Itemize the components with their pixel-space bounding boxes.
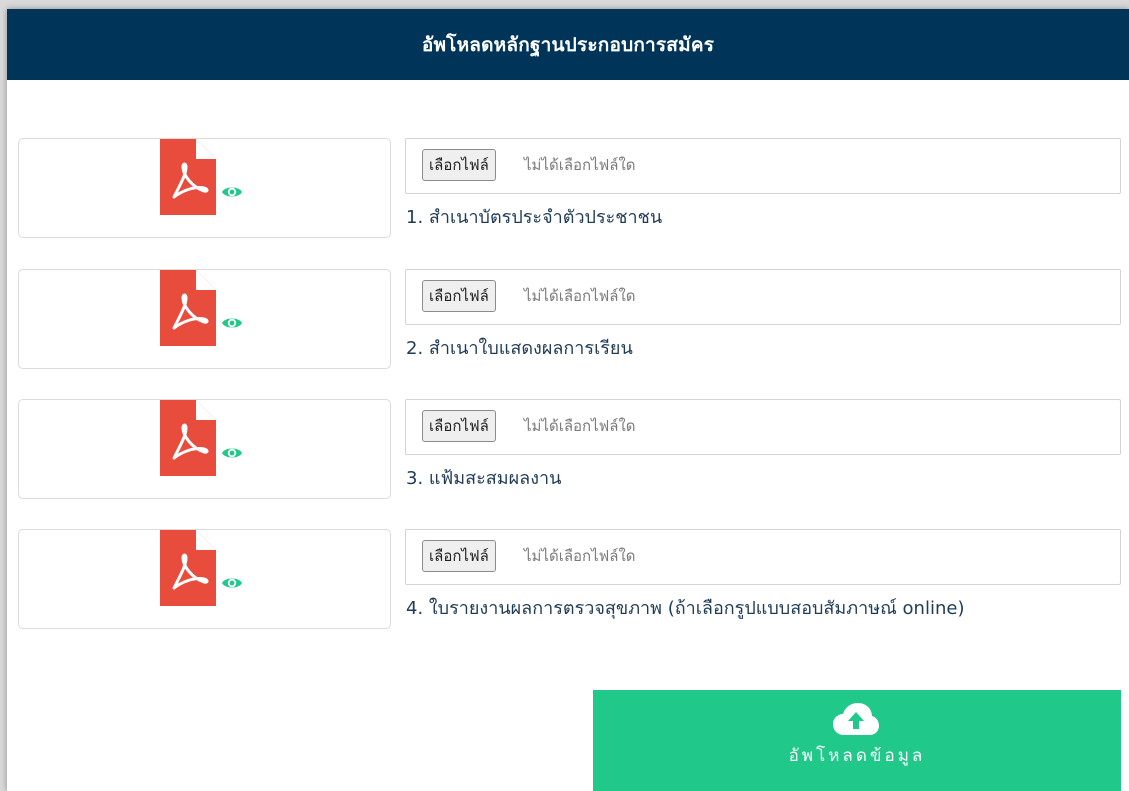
file-input[interactable]: เลือกไฟล์ ไม่ได้เลือกไฟล์ใด (405, 399, 1121, 455)
pdf-preview-card (18, 399, 391, 499)
file-status-text: ไม่ได้เลือกไฟล์ใด (524, 287, 636, 305)
upload-button[interactable]: อัพโหลดข้อมูล (593, 690, 1121, 791)
document-label: 2. สำเนาใบแสดงผลการเรียน (406, 338, 633, 359)
file-status-text: ไม่ได้เลือกไฟล์ใด (524, 417, 636, 435)
page-title: อัพโหลดหลักฐานประกอบการสมัคร (421, 33, 715, 56)
file-input[interactable]: เลือกไฟล์ ไม่ได้เลือกไฟล์ใด (405, 529, 1121, 585)
panel-header: อัพโหลดหลักฐานประกอบการสมัคร (7, 9, 1129, 80)
pdf-preview-card (18, 269, 391, 369)
document-label: 1. สำเนาบัตรประจำตัวประชาชน (406, 207, 663, 228)
file-status-text: ไม่ได้เลือกไฟล์ใด (524, 156, 636, 174)
document-row-4: เลือกไฟล์ ไม่ได้เลือกไฟล์ใด 4. ใบรายงานผ… (7, 529, 1129, 631)
pdf-file-icon (160, 139, 216, 215)
file-input[interactable]: เลือกไฟล์ ไม่ได้เลือกไฟล์ใด (405, 269, 1121, 325)
pdf-file-icon (160, 530, 216, 606)
eye-icon[interactable] (221, 184, 243, 200)
cloud-upload-icon (833, 703, 879, 735)
pdf-file-icon (160, 270, 216, 346)
eye-icon[interactable] (221, 575, 243, 591)
choose-file-button[interactable]: เลือกไฟล์ (422, 280, 496, 312)
document-row-3: เลือกไฟล์ ไม่ได้เลือกไฟล์ใด 3. แฟ้มสะสมผ… (7, 399, 1129, 501)
eye-icon[interactable] (221, 445, 243, 461)
document-row-2: เลือกไฟล์ ไม่ได้เลือกไฟล์ใด 2. สำเนาใบแส… (7, 269, 1129, 371)
pdf-preview-card (18, 529, 391, 629)
upload-panel: อัพโหลดหลักฐานประกอบการสมัคร เลือกไฟล์ ไ… (7, 9, 1129, 791)
document-label: 3. แฟ้มสะสมผลงาน (406, 468, 562, 489)
choose-file-button[interactable]: เลือกไฟล์ (422, 149, 496, 181)
file-status-text: ไม่ได้เลือกไฟล์ใด (524, 547, 636, 565)
choose-file-button[interactable]: เลือกไฟล์ (422, 410, 496, 442)
pdf-preview-card (18, 138, 391, 238)
document-row-1: เลือกไฟล์ ไม่ได้เลือกไฟล์ใด 1. สำเนาบัตร… (7, 138, 1129, 240)
pdf-file-icon (160, 400, 216, 476)
upload-button-label: อัพโหลดข้อมูล (788, 746, 926, 766)
document-label: 4. ใบรายงานผลการตรวจสุขภาพ (ถ้าเลือกรูปแ… (406, 598, 965, 619)
eye-icon[interactable] (221, 315, 243, 331)
file-input[interactable]: เลือกไฟล์ ไม่ได้เลือกไฟล์ใด (405, 138, 1121, 194)
choose-file-button[interactable]: เลือกไฟล์ (422, 540, 496, 572)
